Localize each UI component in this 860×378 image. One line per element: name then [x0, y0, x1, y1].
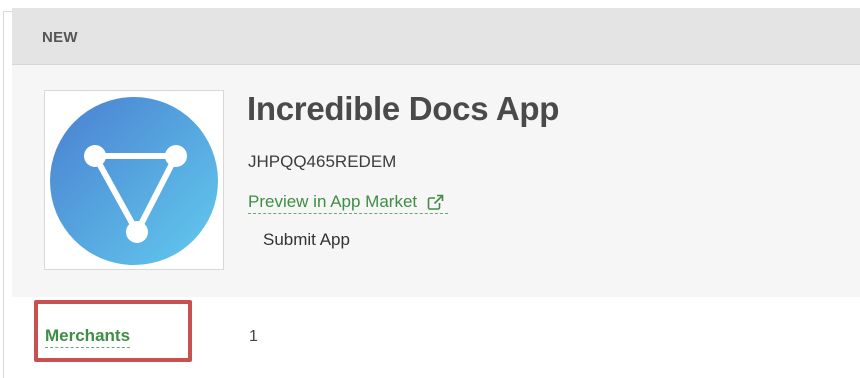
submit-app-button[interactable]: Submit App	[263, 230, 350, 250]
preview-in-app-market-link[interactable]: Preview in App Market	[248, 192, 449, 214]
status-header: NEW	[12, 8, 860, 65]
status-label: NEW	[42, 29, 78, 46]
triangle-nodes-logo-icon	[50, 97, 218, 265]
preview-link-label: Preview in App Market	[248, 192, 418, 211]
highlight-annotation	[34, 300, 192, 362]
app-title: Incredible Docs App	[247, 90, 560, 127]
app-logo	[44, 90, 224, 270]
app-id: JHPQQ465REDEM	[248, 152, 397, 171]
external-link-icon	[427, 193, 445, 210]
merchants-count: 1	[249, 328, 258, 345]
